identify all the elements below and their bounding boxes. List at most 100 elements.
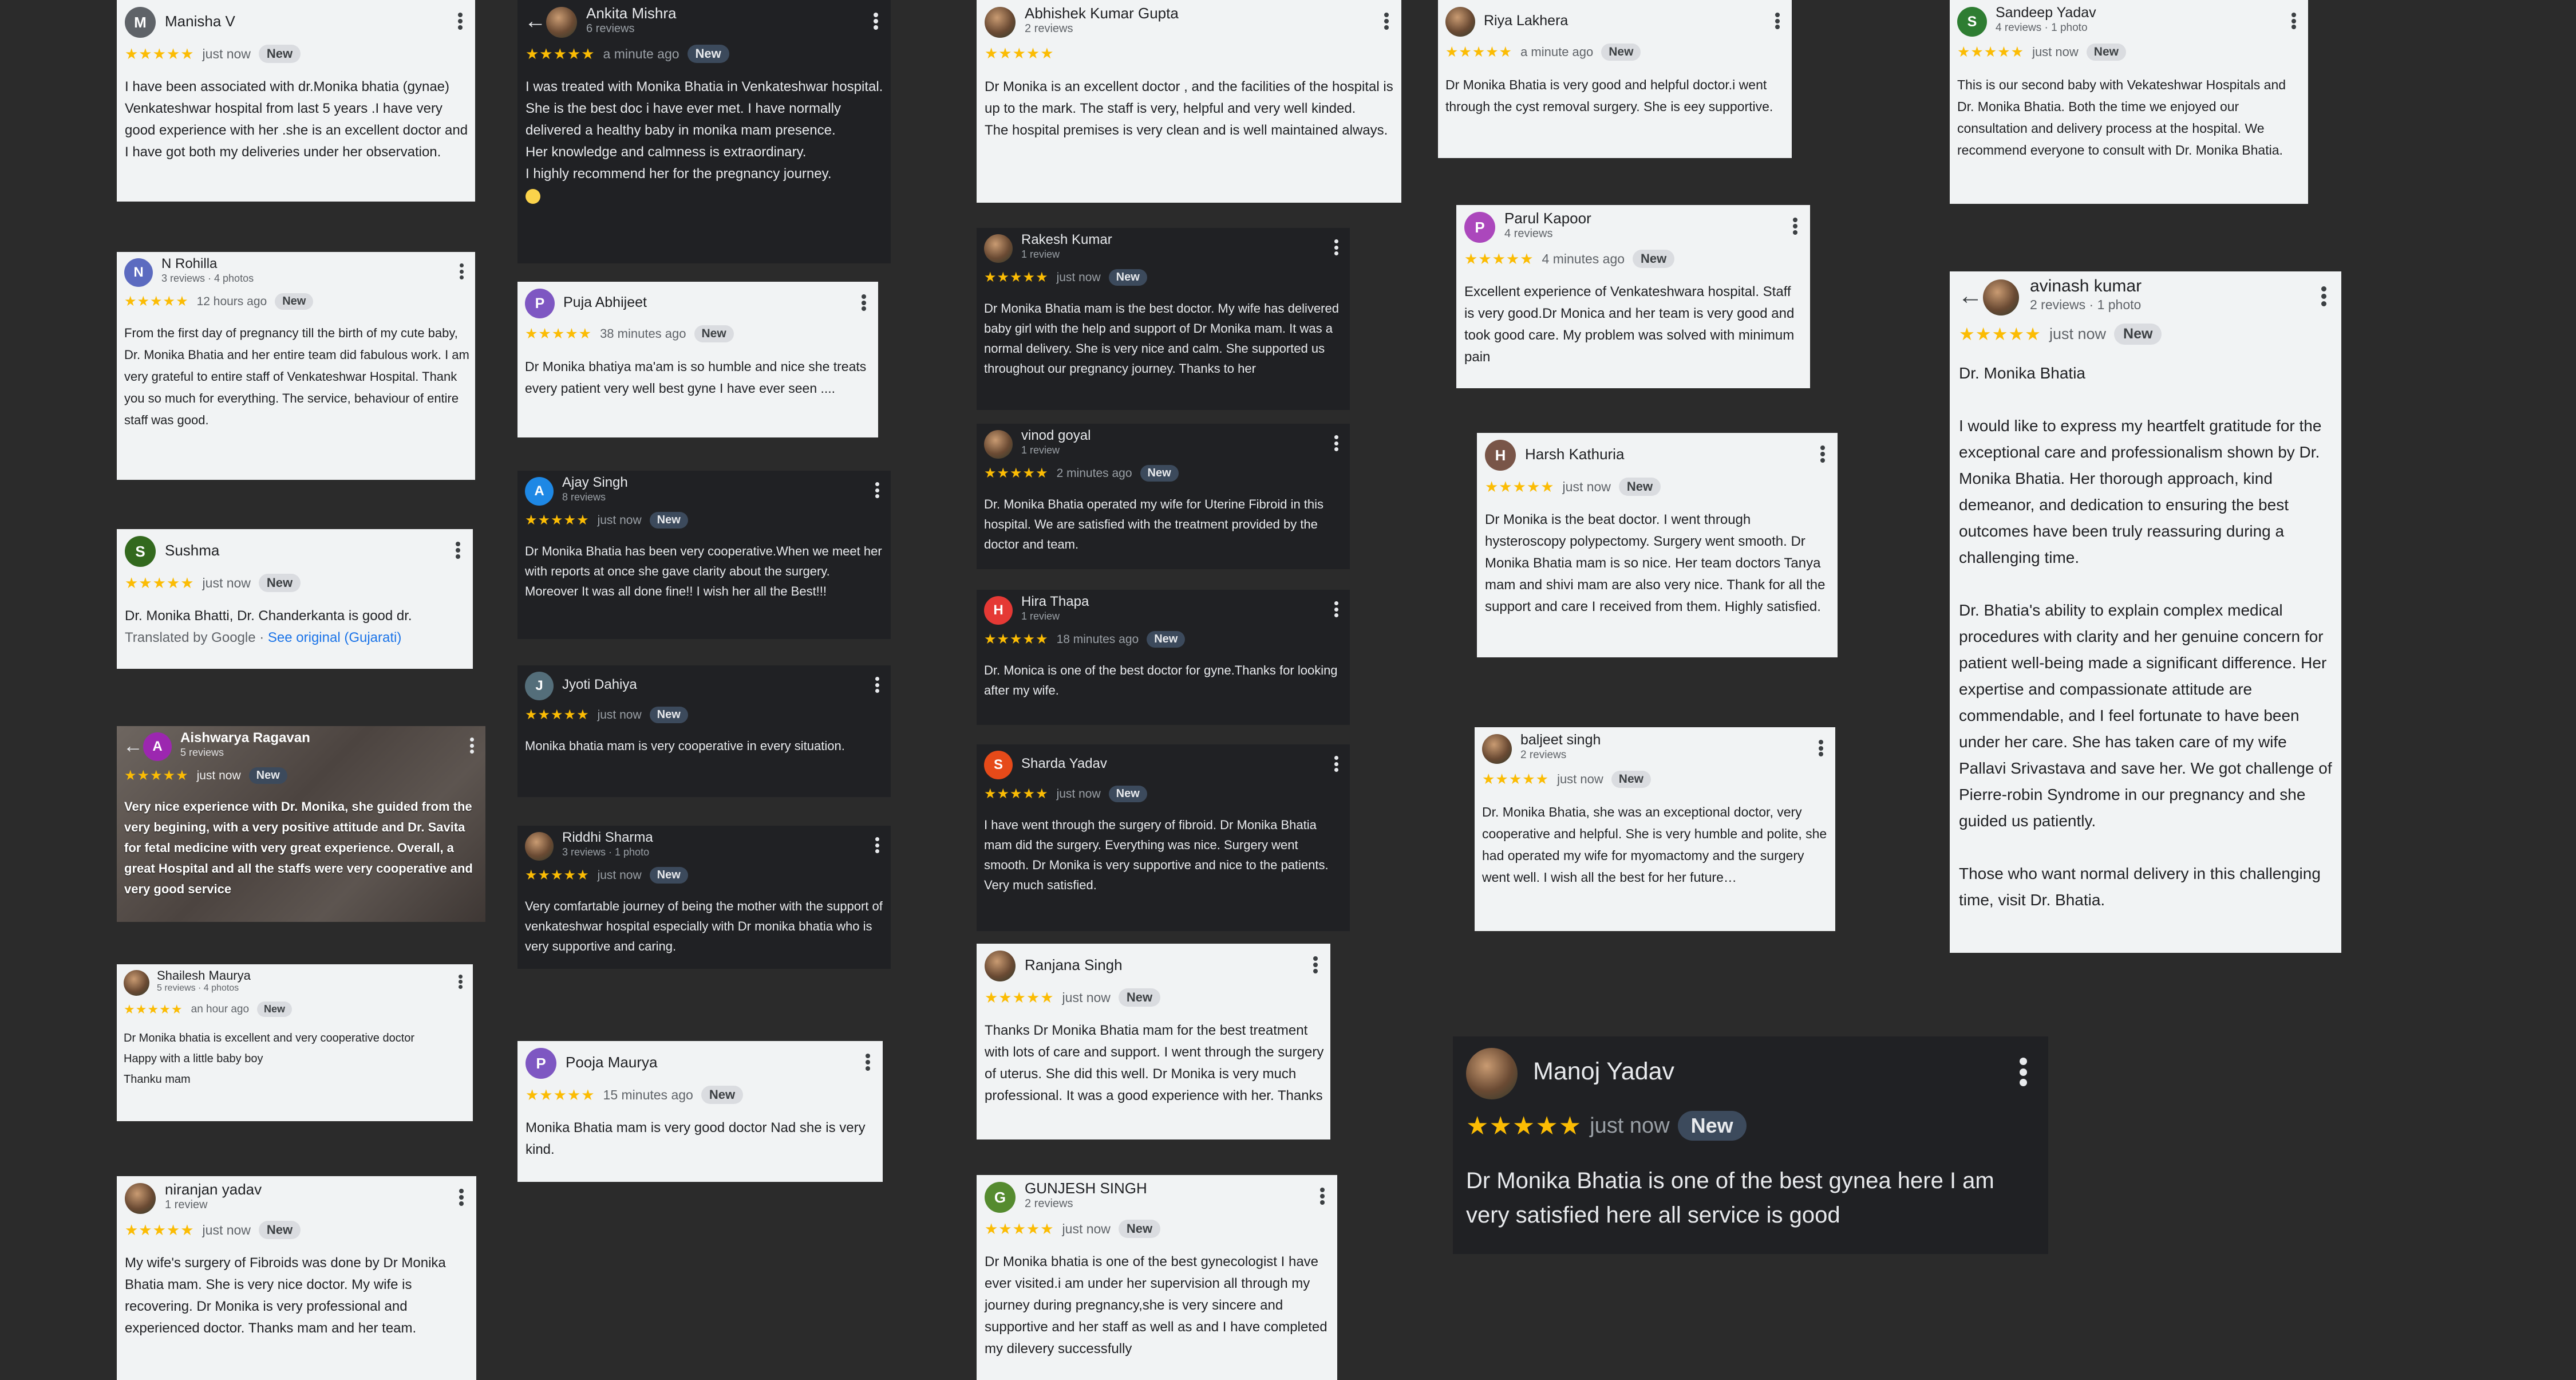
kebab-menu-icon[interactable] — [1334, 756, 1338, 772]
avatar: A — [525, 477, 554, 506]
reviewer-name[interactable]: Aishwarya Ragavan — [180, 730, 310, 746]
reviewer-name[interactable]: Sandeep Yadav — [1996, 5, 2096, 21]
kebab-menu-icon[interactable] — [470, 738, 474, 754]
new-badge: New — [649, 512, 688, 529]
avatar — [985, 7, 1016, 38]
kebab-menu-icon[interactable] — [1384, 13, 1389, 30]
kebab-menu-icon[interactable] — [1775, 13, 1780, 29]
reviewer-stats: 8 reviews — [562, 491, 606, 503]
reviewer-name[interactable]: Riya Lakhera — [1484, 13, 1568, 29]
kebab-menu-icon[interactable] — [460, 263, 464, 279]
reviewer-name[interactable]: Ranjana Singh — [1025, 956, 1123, 974]
star-rating: ★★★★★ — [525, 868, 590, 883]
review-meta-row: ★★★★★ just now New — [1959, 324, 2162, 345]
avatar — [525, 832, 554, 861]
reviewer-name[interactable]: niranjan yadav — [165, 1181, 262, 1198]
star-rating: ★★★★★ — [1466, 1111, 1582, 1140]
reviewer-name[interactable]: Riddhi Sharma — [562, 830, 653, 846]
kebab-menu-icon[interactable] — [875, 677, 879, 693]
kebab-menu-icon[interactable] — [458, 13, 463, 30]
review-time: just now — [1062, 1221, 1111, 1236]
avatar: P — [525, 289, 555, 318]
new-badge: New — [1140, 465, 1179, 482]
avatar: H — [984, 596, 1013, 625]
kebab-menu-icon[interactable] — [459, 1189, 464, 1206]
reviewer-name[interactable]: baljeet singh — [1520, 732, 1601, 748]
review-text: Dr Monika Bhatia is one of the best gyne… — [1466, 1168, 1994, 1228]
review-time: just now — [597, 868, 642, 882]
kebab-menu-icon[interactable] — [875, 837, 879, 853]
reviewer-name[interactable]: N Rohilla — [161, 256, 217, 272]
review-text: Dr Monika bhatiya ma'am is so humble and… — [525, 359, 867, 396]
reviewer-name[interactable]: Hira Thapa — [1021, 594, 1089, 610]
kebab-menu-icon[interactable] — [2321, 286, 2326, 306]
review-meta-row: ★★★★★ a minute ago New — [1445, 44, 1641, 61]
see-original-link[interactable]: See original (Gujarati) — [268, 630, 401, 645]
back-arrow-icon[interactable]: ← — [1958, 283, 1983, 309]
reviewer-name[interactable]: Rakesh Kumar — [1021, 232, 1112, 248]
reviewer-name[interactable]: Shailesh Maurya — [157, 968, 251, 983]
review-card: Abhishek Kumar Gupta 2 reviews ★★★★★ Dr Mo… — [977, 0, 1401, 203]
kebab-menu-icon[interactable] — [459, 975, 463, 989]
review-meta-row: ★★★★★ just now New — [985, 988, 1161, 1007]
reviewer-name[interactable]: Sharda Yadav — [1021, 756, 1107, 772]
new-badge: New — [248, 767, 287, 784]
review-meta-row: ★★★★★ 38 minutes ago New — [525, 325, 734, 342]
avatar — [1482, 734, 1512, 764]
reviewer-name[interactable]: Abhishek Kumar Gupta — [1025, 5, 1179, 22]
new-badge: New — [1147, 631, 1186, 648]
reviewer-name[interactable]: GUNJESH SINGH — [1025, 1180, 1147, 1197]
kebab-menu-icon[interactable] — [866, 1054, 870, 1071]
star-rating: ★★★★★ — [1957, 44, 2025, 60]
kebab-menu-icon[interactable] — [456, 542, 460, 559]
kebab-menu-icon[interactable] — [1819, 740, 1823, 756]
reviewer-name[interactable]: Ankita Mishra — [586, 5, 677, 22]
kebab-menu-icon[interactable] — [1334, 435, 1338, 451]
review-card: Rakesh Kumar 1 review ★★★★★ just now New Dr … — [977, 228, 1350, 410]
reviewer-name[interactable]: Parul Kapoor — [1504, 210, 1591, 227]
avatar: J — [525, 672, 554, 700]
review-text: Dr Monika Bhatia mam is the best doctor.… — [984, 301, 1339, 376]
review-card: Ranjana Singh ★★★★★ just now New Thanks Dr … — [977, 944, 1330, 1140]
reviewer-name[interactable]: Ajay Singh — [562, 475, 628, 491]
review-meta-row: ★★★★★ just now New — [124, 767, 287, 784]
kebab-menu-icon[interactable] — [862, 294, 866, 311]
kebab-menu-icon[interactable] — [1320, 1188, 1325, 1205]
new-badge: New — [257, 1002, 293, 1017]
back-arrow-icon[interactable]: ← — [123, 736, 143, 756]
review-time: just now — [597, 708, 642, 721]
avatar: S — [125, 536, 156, 567]
reviewer-name[interactable]: Harsh Kathuria — [1525, 445, 1624, 463]
review-meta-row: ★★★★★ just now New — [125, 1221, 301, 1239]
kebab-menu-icon[interactable] — [1313, 956, 1318, 973]
kebab-menu-icon[interactable] — [1334, 601, 1338, 617]
reviewer-name[interactable]: Manisha V — [165, 13, 235, 30]
kebab-menu-icon[interactable] — [2291, 13, 2296, 29]
avatar — [984, 234, 1013, 263]
reviewer-name[interactable]: Pooja Maurya — [566, 1054, 657, 1071]
star-rating: ★★★★★ — [985, 45, 1054, 62]
kebab-menu-icon[interactable] — [1793, 218, 1797, 235]
reviewer-name[interactable]: Puja Abhijeet — [563, 294, 647, 311]
reviewer-name[interactable]: Sushma — [165, 542, 219, 559]
reviewer-name[interactable]: vinod goyal — [1021, 428, 1091, 444]
new-badge: New — [275, 293, 314, 310]
reviewer-name[interactable]: Jyoti Dahiya — [562, 677, 637, 693]
reviewer-name[interactable]: Manoj Yadav — [1533, 1058, 1674, 1086]
kebab-menu-icon[interactable] — [1334, 239, 1338, 255]
star-rating: ★★★★★ — [1959, 324, 2041, 344]
back-arrow-icon[interactable]: ← — [524, 10, 546, 32]
new-badge: New — [258, 574, 301, 592]
kebab-menu-icon[interactable] — [875, 482, 879, 498]
review-text: Dr Monika is the beat doctor. I went thr… — [1485, 512, 1826, 614]
review-time: 2 minutes ago — [1056, 466, 1132, 480]
new-badge: New — [1108, 786, 1147, 802]
review-text: Dr. Monika Bhatia, she was an exceptiona… — [1482, 805, 1827, 885]
kebab-menu-icon[interactable] — [1820, 445, 1825, 463]
kebab-menu-icon[interactable] — [874, 13, 878, 30]
kebab-menu-icon[interactable] — [2020, 1058, 2027, 1086]
review-card: niranjan yadav 1 review ★★★★★ just now New M… — [117, 1176, 476, 1380]
review-time: 12 hours ago — [196, 294, 267, 308]
reviewer-name[interactable]: avinash kumar — [2030, 277, 2142, 296]
review-meta-row: ★★★★★ just now New — [125, 574, 301, 592]
